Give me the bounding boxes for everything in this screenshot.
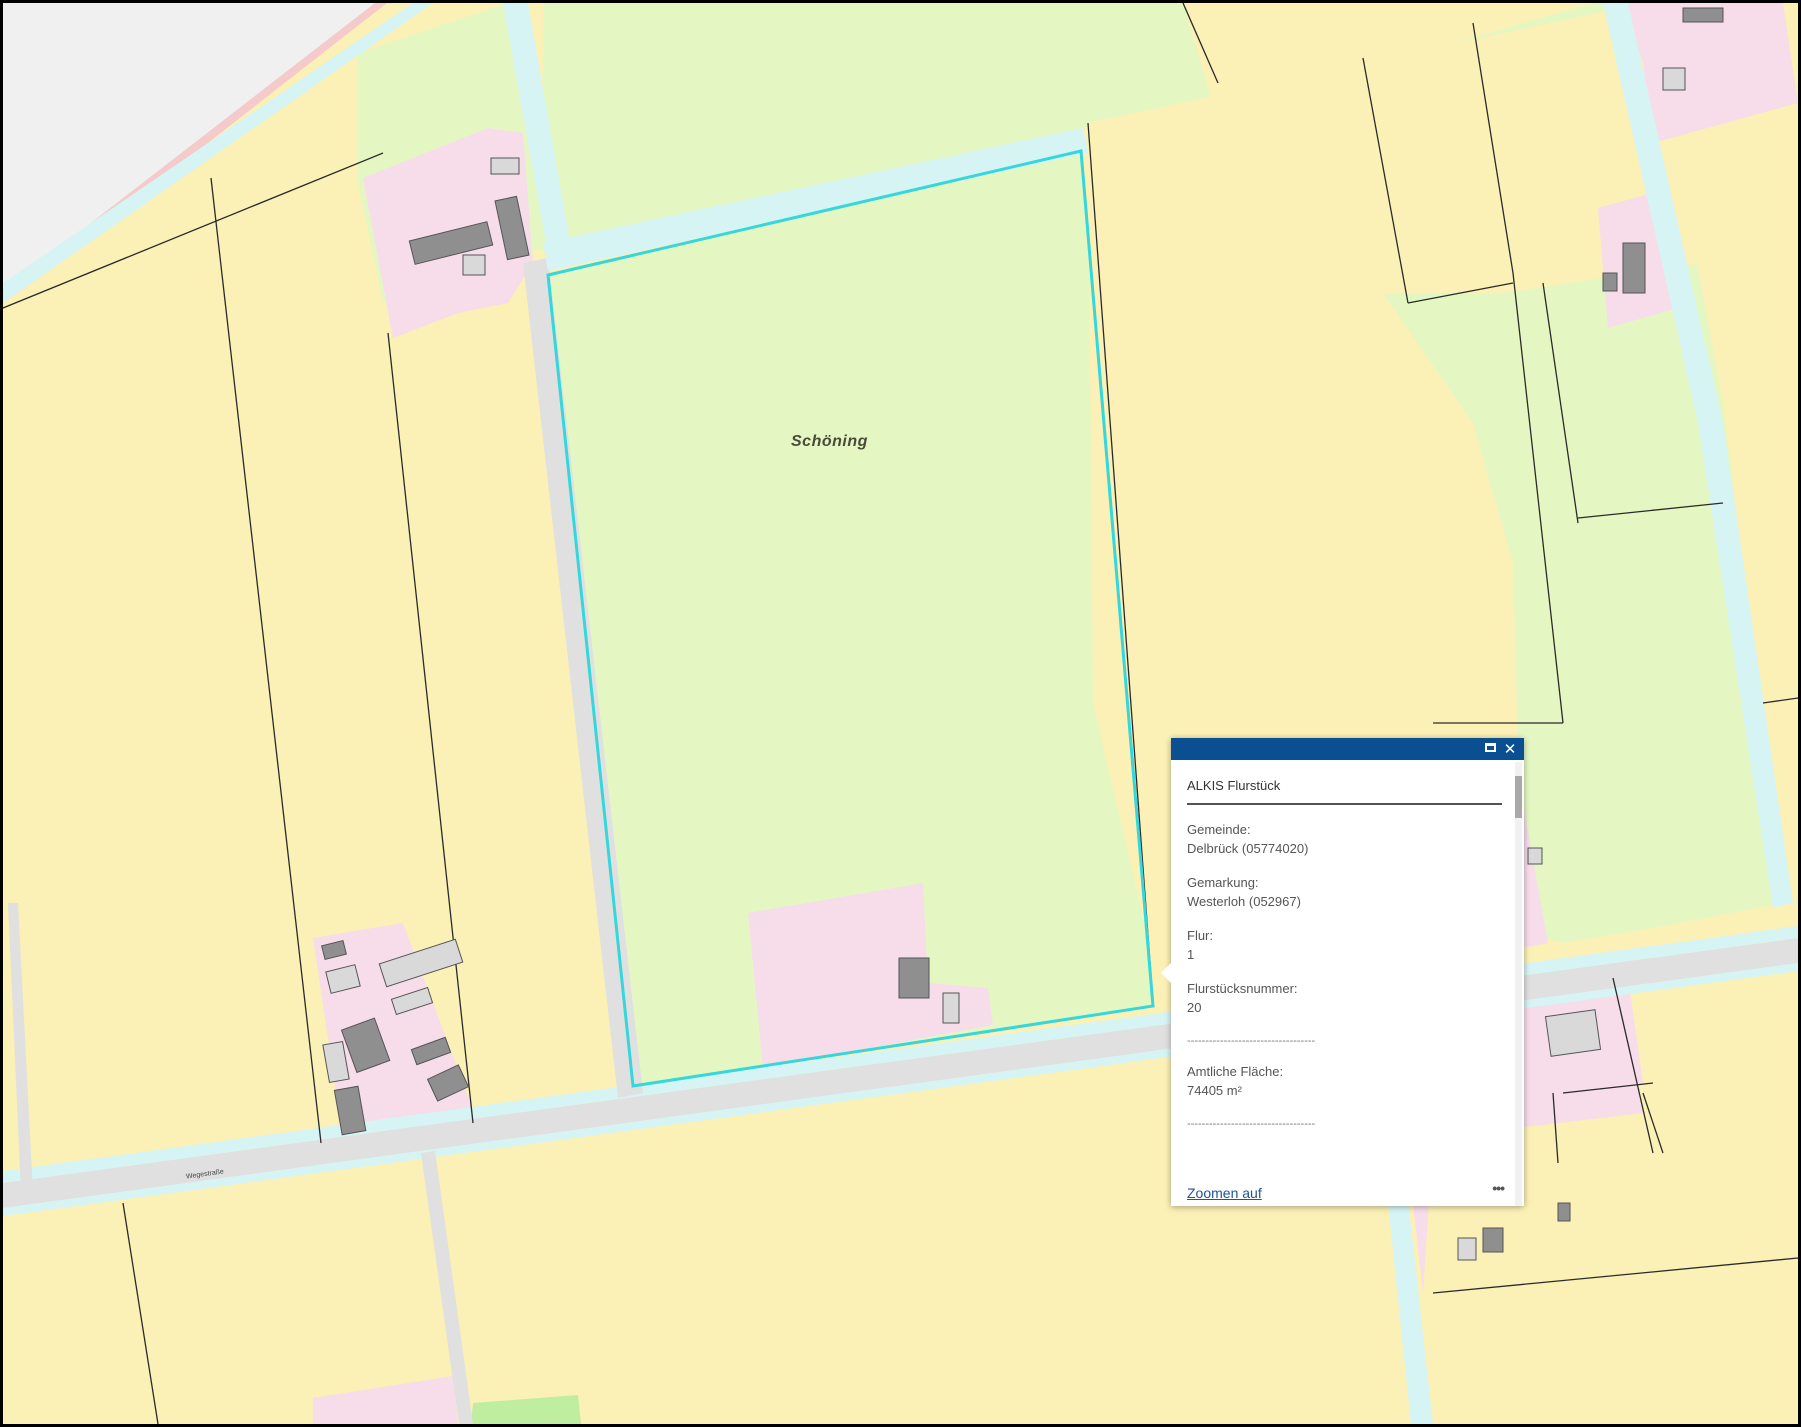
popup-titlebar[interactable]: ✕ xyxy=(1171,738,1524,760)
maximize-icon[interactable] xyxy=(1482,741,1498,757)
map-frame: Schöning Wegestraße xyxy=(0,0,1801,1427)
field-label: Gemarkung: xyxy=(1187,875,1259,890)
field-value: 1 xyxy=(1187,947,1195,962)
grassland-south xyxy=(471,1395,581,1424)
field-value: Westerloh (052967) xyxy=(1187,894,1301,909)
field-label: Flurstücksnummer: xyxy=(1187,981,1298,996)
field-label: Flur: xyxy=(1187,928,1213,943)
divider: ----------------------------------- xyxy=(1187,1118,1316,1130)
field-gemeinde: Gemeinde: Delbrück (05774020) xyxy=(1187,820,1502,858)
road-left xyxy=(8,903,33,1193)
feature-info-popup[interactable]: ✕ ALKIS Flurstück Gemeinde: Delbrück (05… xyxy=(1161,738,1524,1206)
settlement-south xyxy=(313,1376,458,1424)
more-options-icon[interactable]: ••• xyxy=(1492,1180,1505,1196)
popup-scrollbar[interactable] xyxy=(1515,762,1522,1206)
cadastral-map[interactable] xyxy=(3,3,1798,1424)
divider: ----------------------------------- xyxy=(1187,1035,1316,1047)
field-value: Delbrück (05774020) xyxy=(1187,841,1309,856)
field-label: Amtliche Fläche: xyxy=(1187,1064,1284,1079)
zoom-to-link[interactable]: Zoomen auf xyxy=(1187,1185,1262,1201)
place-label: Schöning xyxy=(791,433,868,450)
field-value: 20 xyxy=(1187,1000,1202,1015)
field-label: Gemeinde: xyxy=(1187,822,1251,837)
field-flur: Flur: 1 xyxy=(1187,926,1502,964)
field-amtliche-flaeche: Amtliche Fläche: 74405 m² xyxy=(1187,1062,1502,1100)
popup-content: ALKIS Flurstück Gemeinde: Delbrück (0577… xyxy=(1187,760,1505,1206)
scrollbar-thumb[interactable] xyxy=(1515,776,1522,818)
close-icon[interactable]: ✕ xyxy=(1502,741,1518,757)
popup-pointer xyxy=(1161,963,1171,983)
field-value: 74405 m² xyxy=(1187,1083,1242,1098)
field-gemarkung: Gemarkung: Westerloh (052967) xyxy=(1187,873,1502,911)
field-flurstuecksnummer: Flurstücksnummer: 20 xyxy=(1187,979,1502,1017)
popup-title: ALKIS Flurstück xyxy=(1187,778,1502,805)
